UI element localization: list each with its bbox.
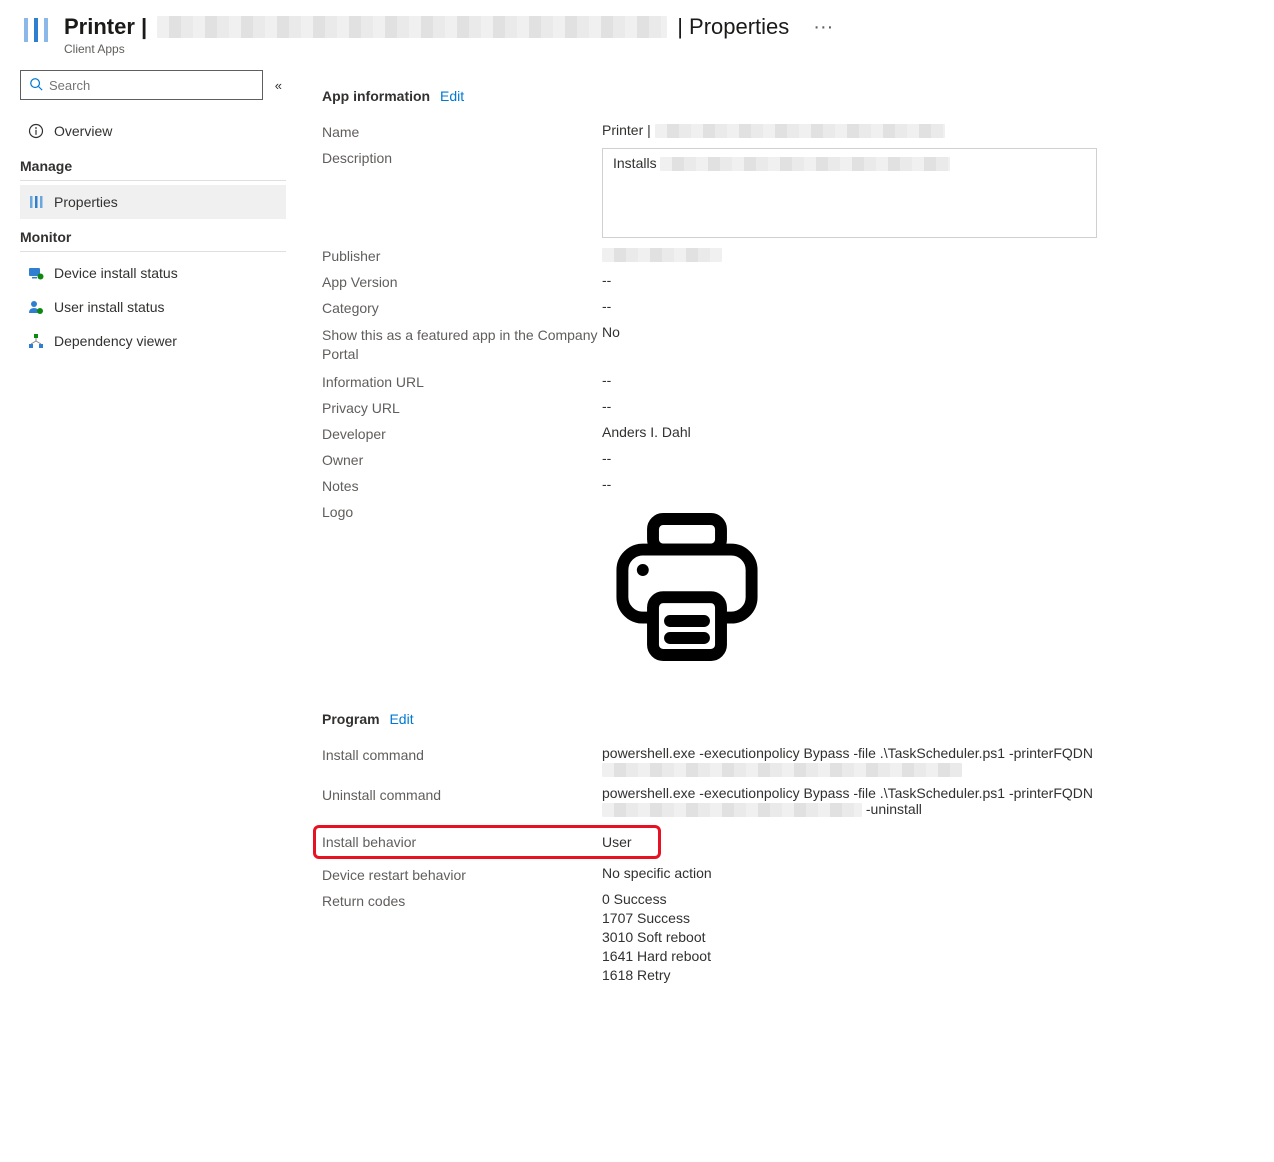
value-logo [602, 502, 1250, 675]
redacted-title [157, 16, 667, 38]
label-owner: Owner [322, 450, 602, 468]
label-install-command: Install command [322, 745, 602, 763]
value-publisher [602, 246, 1250, 262]
collapse-sidebar-button[interactable]: « [271, 74, 286, 97]
section-app-information-heading: App information Edit [322, 88, 1250, 104]
value-owner: -- [602, 450, 1250, 466]
search-icon [29, 77, 43, 94]
value-privacy-url: -- [602, 398, 1250, 414]
sidebar-item-dependency-viewer[interactable]: Dependency viewer [20, 324, 286, 358]
section-heading-text: Program [322, 711, 380, 727]
label-logo: Logo [322, 502, 602, 520]
label-name: Name [322, 122, 602, 140]
label-featured: Show this as a featured app in the Compa… [322, 324, 602, 364]
value-app-version: -- [602, 272, 1250, 288]
sidebar-group-manage: Manage [20, 148, 286, 181]
value-developer: Anders I. Dahl [602, 424, 1250, 440]
label-publisher: Publisher [322, 246, 602, 264]
label-notes: Notes [322, 476, 602, 494]
edit-program-link[interactable]: Edit [389, 711, 413, 727]
more-actions-button[interactable]: ··· [813, 16, 833, 39]
sidebar-item-user-install-status[interactable]: User install status [20, 290, 286, 324]
value-category: -- [602, 298, 1250, 314]
label-category: Category [322, 298, 602, 316]
sidebar-item-label: Dependency viewer [54, 333, 177, 349]
value-description: Installs [602, 148, 1097, 238]
content-area: App information Edit Name Printer | Desc… [298, 62, 1274, 1162]
app-properties-icon [20, 14, 52, 49]
value-notes: -- [602, 476, 1250, 492]
sidebar-group-monitor: Monitor [20, 219, 286, 252]
user-status-icon [28, 299, 44, 315]
value-name: Printer | [602, 122, 1250, 138]
label-uninstall-command: Uninstall command [322, 785, 602, 803]
label-return-codes: Return codes [322, 891, 602, 909]
page-title-suffix: | Properties [677, 14, 789, 40]
sidebar-item-properties[interactable]: Properties [20, 185, 286, 219]
sidebar-item-device-install-status[interactable]: Device install status [20, 256, 286, 290]
label-developer: Developer [322, 424, 602, 442]
value-uninstall-command: powershell.exe -executionpolicy Bypass -… [602, 785, 1250, 817]
value-restart-behavior: No specific action [602, 865, 1250, 881]
row-install-behavior-highlighted: Install behavior User [313, 825, 661, 859]
label-install-behavior: Install behavior [322, 834, 602, 850]
properties-icon [28, 194, 44, 210]
section-program-heading: Program Edit [322, 711, 1250, 727]
value-featured: No [602, 324, 1250, 340]
device-icon [28, 265, 44, 281]
label-restart-behavior: Device restart behavior [322, 865, 602, 883]
search-input[interactable] [49, 78, 254, 93]
value-install-behavior: User [602, 834, 652, 850]
value-info-url: -- [602, 372, 1250, 388]
sidebar-item-label: User install status [54, 299, 164, 315]
sidebar-item-overview[interactable]: Overview [20, 114, 286, 148]
edit-app-info-link[interactable]: Edit [440, 88, 464, 104]
info-icon [28, 123, 44, 139]
label-app-version: App Version [322, 272, 602, 290]
page-title-prefix: Printer | [64, 14, 147, 40]
sidebar-item-label: Device install status [54, 265, 178, 281]
value-return-codes: 0 Success 1707 Success 3010 Soft reboot … [602, 891, 1250, 986]
page-subtitle: Client Apps [64, 42, 1264, 56]
value-install-command: powershell.exe -executionpolicy Bypass -… [602, 745, 1250, 777]
printer-icon [602, 659, 772, 675]
sidebar-item-label: Properties [54, 194, 118, 210]
page-header: Printer | | Properties ··· Client Apps [8, 0, 1274, 62]
section-heading-text: App information [322, 88, 430, 104]
label-info-url: Information URL [322, 372, 602, 390]
sidebar-search[interactable] [20, 70, 263, 100]
sidebar-item-label: Overview [54, 123, 112, 139]
sidebar: « Overview Manage Properties Monitor [8, 62, 298, 1162]
dependency-icon [28, 333, 44, 349]
label-privacy-url: Privacy URL [322, 398, 602, 416]
label-description: Description [322, 148, 602, 166]
